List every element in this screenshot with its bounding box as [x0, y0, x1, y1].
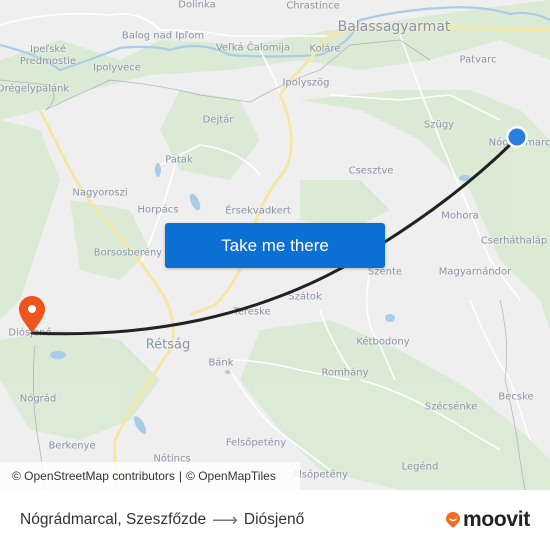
- map[interactable]: Dolinka Chrastince Balassagyarmat Balog …: [0, 0, 550, 490]
- moovit-logo[interactable]: moovit: [445, 490, 530, 550]
- openstreetmap-link[interactable]: © OpenStreetMap contributors: [12, 469, 175, 483]
- route-summary: Nógrádmarcal, Szeszfőzde ⟶ Diósjenő: [20, 490, 304, 550]
- map-attribution: © OpenStreetMap contributors | © OpenMap…: [0, 462, 300, 490]
- moovit-pin-icon: [445, 512, 460, 528]
- origin-marker[interactable]: [506, 126, 528, 148]
- origin-name: Nógrádmarcal, Szeszfőzde: [20, 511, 207, 528]
- arrow-right-icon: ⟶: [212, 509, 238, 530]
- brand-name: moovit: [462, 508, 530, 531]
- openmaptiles-link[interactable]: © OpenMapTiles: [186, 469, 276, 483]
- destination-name: Diósjenő: [243, 511, 305, 528]
- footer: Nógrádmarcal, Szeszfőzde ⟶ Diósjenő moov…: [0, 490, 550, 550]
- take-me-there-button[interactable]: Take me there: [165, 223, 385, 268]
- destination-marker[interactable]: [19, 296, 45, 333]
- attribution-separator: |: [178, 469, 183, 483]
